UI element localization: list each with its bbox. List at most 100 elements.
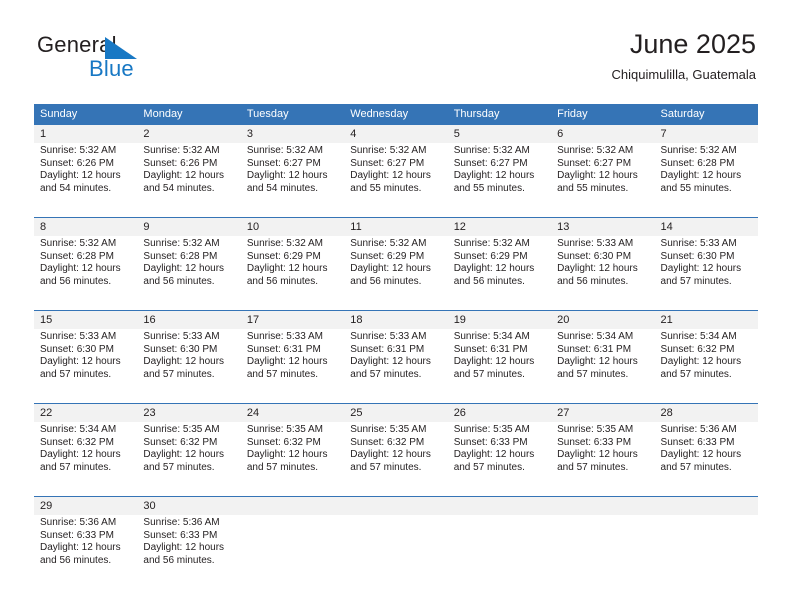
weekday-header-thursday: Thursday xyxy=(447,104,552,125)
day-number[interactable]: 11 xyxy=(344,217,448,236)
day-number[interactable]: 2 xyxy=(137,125,241,143)
sunset-text: Sunset: 6:33 PM xyxy=(660,436,735,448)
day-number[interactable]: 13 xyxy=(551,217,655,236)
daylight-text-line2: and 57 minutes. xyxy=(660,368,732,380)
weekday-header-wednesday: Wednesday xyxy=(344,104,448,125)
sunset-text: Sunset: 6:30 PM xyxy=(40,343,114,355)
day-cell[interactable]: Sunrise: 5:35 AM Sunset: 6:32 PM Dayligh… xyxy=(137,422,241,497)
day-cell[interactable]: Sunrise: 5:32 AM Sunset: 6:27 PM Dayligh… xyxy=(240,143,345,218)
day-number[interactable]: 19 xyxy=(447,310,552,329)
day-cell[interactable]: Sunrise: 5:36 AM Sunset: 6:33 PM Dayligh… xyxy=(137,515,241,589)
daylight-text-line2: and 57 minutes. xyxy=(350,368,422,380)
day-cell[interactable]: Sunrise: 5:32 AM Sunset: 6:29 PM Dayligh… xyxy=(447,236,552,311)
day-cell[interactable]: Sunrise: 5:34 AM Sunset: 6:32 PM Dayligh… xyxy=(34,422,138,497)
day-number[interactable]: 17 xyxy=(240,310,345,329)
day-cell-empty xyxy=(551,515,655,589)
sunset-text: Sunset: 6:32 PM xyxy=(660,343,735,355)
day-cell[interactable]: Sunrise: 5:32 AM Sunset: 6:26 PM Dayligh… xyxy=(137,143,241,218)
day-cell[interactable]: Sunrise: 5:32 AM Sunset: 6:28 PM Dayligh… xyxy=(654,143,758,218)
daylight-text-line2: and 57 minutes. xyxy=(350,461,422,473)
page-title: June 2025 xyxy=(629,29,756,59)
sunrise-text: Sunrise: 5:36 AM xyxy=(143,517,220,528)
day-cell[interactable]: Sunrise: 5:35 AM Sunset: 6:33 PM Dayligh… xyxy=(551,422,655,497)
day-number[interactable]: 1 xyxy=(34,125,138,143)
daylight-text-line1: Daylight: 12 hours xyxy=(660,356,742,368)
day-cell-empty xyxy=(447,515,552,589)
day-number[interactable]: 18 xyxy=(344,310,448,329)
day-number[interactable]: 25 xyxy=(344,403,448,422)
day-number[interactable]: 23 xyxy=(137,403,241,422)
day-cell[interactable]: Sunrise: 5:32 AM Sunset: 6:27 PM Dayligh… xyxy=(551,143,655,218)
day-number[interactable]: 4 xyxy=(344,125,448,143)
week-daynum-row: 22 23 24 25 26 27 28 xyxy=(34,403,758,422)
day-number[interactable]: 5 xyxy=(447,125,552,143)
sunrise-text: Sunrise: 5:32 AM xyxy=(40,145,117,156)
week-info-row: Sunrise: 5:34 AM Sunset: 6:32 PM Dayligh… xyxy=(34,422,758,497)
daylight-text-line2: and 56 minutes. xyxy=(143,275,215,287)
brand-logo[interactable]: General Blue xyxy=(37,33,237,83)
day-number[interactable]: 30 xyxy=(137,496,241,515)
sunrise-text: Sunrise: 5:35 AM xyxy=(350,424,427,435)
day-number[interactable]: 12 xyxy=(447,217,552,236)
day-number[interactable]: 3 xyxy=(240,125,345,143)
day-number[interactable]: 6 xyxy=(551,125,655,143)
day-cell[interactable]: Sunrise: 5:33 AM Sunset: 6:30 PM Dayligh… xyxy=(137,329,241,404)
daylight-text-line1: Daylight: 12 hours xyxy=(40,263,121,275)
day-cell[interactable]: Sunrise: 5:33 AM Sunset: 6:30 PM Dayligh… xyxy=(654,236,758,311)
day-cell[interactable]: Sunrise: 5:35 AM Sunset: 6:32 PM Dayligh… xyxy=(344,422,448,497)
daylight-text-line1: Daylight: 12 hours xyxy=(557,263,638,275)
week-info-row: Sunrise: 5:32 AM Sunset: 6:28 PM Dayligh… xyxy=(34,236,758,311)
day-cell[interactable]: Sunrise: 5:32 AM Sunset: 6:29 PM Dayligh… xyxy=(344,236,448,311)
day-number[interactable]: 22 xyxy=(34,403,138,422)
day-cell[interactable]: Sunrise: 5:32 AM Sunset: 6:28 PM Dayligh… xyxy=(137,236,241,311)
day-number[interactable]: 7 xyxy=(654,125,758,143)
sunset-text: Sunset: 6:28 PM xyxy=(40,250,114,262)
day-cell[interactable]: Sunrise: 5:34 AM Sunset: 6:31 PM Dayligh… xyxy=(447,329,552,404)
week-info-row: Sunrise: 5:33 AM Sunset: 6:30 PM Dayligh… xyxy=(34,329,758,404)
day-cell[interactable]: Sunrise: 5:32 AM Sunset: 6:26 PM Dayligh… xyxy=(34,143,138,218)
day-cell[interactable]: Sunrise: 5:32 AM Sunset: 6:28 PM Dayligh… xyxy=(34,236,138,311)
sunset-text: Sunset: 6:27 PM xyxy=(453,157,528,169)
day-number[interactable]: 15 xyxy=(34,310,138,329)
day-number[interactable]: 24 xyxy=(240,403,345,422)
sunset-text: Sunset: 6:30 PM xyxy=(660,250,735,262)
daylight-text-line2: and 55 minutes. xyxy=(453,182,525,194)
day-number-empty xyxy=(447,496,552,515)
day-number[interactable]: 27 xyxy=(551,403,655,422)
daylight-text-line2: and 55 minutes. xyxy=(660,182,732,194)
day-number[interactable]: 8 xyxy=(34,217,138,236)
day-number[interactable]: 20 xyxy=(551,310,655,329)
day-number[interactable]: 29 xyxy=(34,496,138,515)
day-cell[interactable]: Sunrise: 5:33 AM Sunset: 6:30 PM Dayligh… xyxy=(34,329,138,404)
day-number[interactable]: 9 xyxy=(137,217,241,236)
daylight-text-line2: and 56 minutes. xyxy=(40,554,112,566)
day-cell[interactable]: Sunrise: 5:35 AM Sunset: 6:33 PM Dayligh… xyxy=(447,422,552,497)
day-cell[interactable]: Sunrise: 5:34 AM Sunset: 6:32 PM Dayligh… xyxy=(654,329,758,404)
day-number[interactable]: 28 xyxy=(654,403,758,422)
day-cell[interactable]: Sunrise: 5:32 AM Sunset: 6:27 PM Dayligh… xyxy=(447,143,552,218)
day-number[interactable]: 16 xyxy=(137,310,241,329)
sunrise-text: Sunrise: 5:32 AM xyxy=(143,145,220,156)
sunrise-text: Sunrise: 5:32 AM xyxy=(246,238,323,249)
day-cell[interactable]: Sunrise: 5:36 AM Sunset: 6:33 PM Dayligh… xyxy=(34,515,138,589)
day-number[interactable]: 26 xyxy=(447,403,552,422)
day-number-empty xyxy=(654,496,758,515)
day-number-empty xyxy=(344,496,448,515)
day-cell[interactable]: Sunrise: 5:33 AM Sunset: 6:31 PM Dayligh… xyxy=(240,329,345,404)
day-cell[interactable]: Sunrise: 5:33 AM Sunset: 6:31 PM Dayligh… xyxy=(344,329,448,404)
day-cell[interactable]: Sunrise: 5:34 AM Sunset: 6:31 PM Dayligh… xyxy=(551,329,655,404)
sunset-text: Sunset: 6:32 PM xyxy=(350,436,425,448)
daylight-text-line2: and 56 minutes. xyxy=(40,275,112,287)
day-number[interactable]: 14 xyxy=(654,217,758,236)
day-cell[interactable]: Sunrise: 5:36 AM Sunset: 6:33 PM Dayligh… xyxy=(654,422,758,497)
day-number[interactable]: 21 xyxy=(654,310,758,329)
weekday-header-monday: Monday xyxy=(137,104,241,125)
title-block: June 2025 Chiquimulilla, Guatemala xyxy=(611,28,756,83)
day-cell[interactable]: Sunrise: 5:32 AM Sunset: 6:27 PM Dayligh… xyxy=(344,143,448,218)
sunrise-text: Sunrise: 5:32 AM xyxy=(350,145,427,156)
day-number[interactable]: 10 xyxy=(240,217,345,236)
day-cell[interactable]: Sunrise: 5:35 AM Sunset: 6:32 PM Dayligh… xyxy=(240,422,345,497)
day-cell[interactable]: Sunrise: 5:32 AM Sunset: 6:29 PM Dayligh… xyxy=(240,236,345,311)
day-cell-empty xyxy=(240,515,345,589)
day-cell[interactable]: Sunrise: 5:33 AM Sunset: 6:30 PM Dayligh… xyxy=(551,236,655,311)
